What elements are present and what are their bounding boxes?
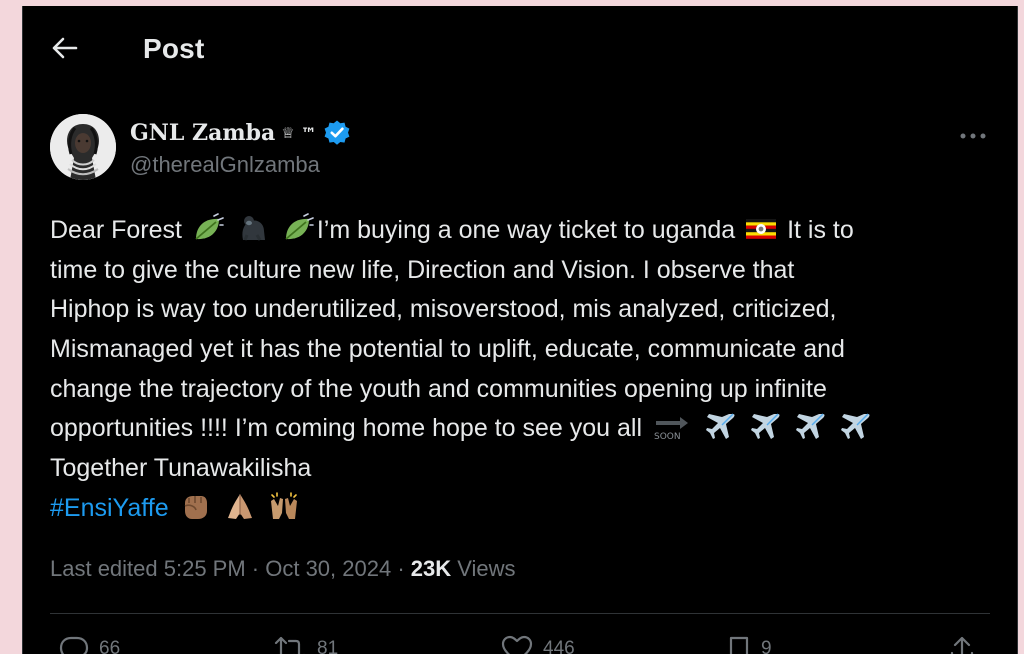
bookmark-button[interactable]: 9: [727, 632, 772, 654]
avatar-image: [50, 114, 116, 180]
author-block: GNL Zamba ♕ ™ @therealGnlzamba: [130, 118, 351, 178]
edited-timestamp[interactable]: Last edited 5:25 PM · Oct 30, 2024 ·: [50, 556, 411, 581]
crown-mark: ♕: [281, 124, 295, 142]
post-meta: Last edited 5:25 PM · Oct 30, 2024 · 23K…: [50, 556, 516, 582]
share-button[interactable]: [949, 632, 985, 654]
post-text: Dear Forest I’m buying a one way ticket …: [50, 211, 1000, 529]
verified-badge-icon[interactable]: [323, 119, 351, 147]
repost-button[interactable]: 81: [273, 632, 338, 654]
bookmark-icon: [729, 636, 749, 654]
post-line-1: Dear Forest I’m buying a one way ticket …: [50, 211, 1000, 251]
author-handle[interactable]: @therealGnlzamba: [130, 152, 351, 178]
arrow-left-icon: [52, 37, 78, 64]
views-count: 23K: [410, 556, 452, 581]
reply-button[interactable]: 66: [59, 632, 120, 654]
reply-count: 66: [99, 638, 121, 654]
author-name-row: GNL Zamba ♕ ™: [130, 118, 351, 148]
avatar[interactable]: [50, 114, 116, 180]
heart-icon: [501, 635, 533, 654]
more-options-button[interactable]: [955, 122, 991, 150]
app-frame: Post GNL Zamba ♕ ™ @therealGnlzamba Dear…: [0, 6, 1024, 654]
folded-hands-icon: [224, 491, 256, 521]
header: Post: [23, 6, 1017, 94]
author-name[interactable]: GNL Zamba: [130, 120, 275, 146]
airplane-icon: [705, 411, 737, 441]
raised-fist-icon: [179, 491, 211, 521]
post-text-segment: I’m buying a one way ticket to uganda: [316, 216, 736, 244]
repost-count: 81: [317, 638, 339, 654]
post-line-4: Mismanaged yet it has the potential to u…: [50, 335, 845, 364]
leaf-fluttering-icon: [282, 213, 314, 243]
bookmark-count: 9: [761, 638, 772, 654]
more-dots-icon: [960, 127, 986, 145]
page-title: Post: [143, 33, 205, 64]
post-line-3: Hiphop is way too underutilized, misover…: [50, 295, 837, 324]
uganda-flag-icon: [745, 213, 777, 243]
soon-label: SOON: [654, 432, 681, 441]
soon-arrow-icon: SOON: [652, 411, 692, 441]
post-panel: Post GNL Zamba ♕ ™ @therealGnlzamba Dear…: [22, 6, 1018, 654]
hashtag-link[interactable]: #EnsiYaffe: [50, 494, 169, 522]
views-label: Views: [451, 556, 516, 581]
raising-hands-icon: [268, 491, 300, 521]
post-line-2: time to give the culture new life, Direc…: [50, 255, 795, 284]
like-count: 446: [543, 638, 575, 654]
post-line-5: change the trajectory of the youth and c…: [50, 374, 827, 403]
gorilla-icon: [237, 213, 269, 243]
divider: [50, 613, 990, 614]
post-line-8: #EnsiYaffe: [50, 489, 1000, 529]
post-text-segment: opportunities !!!! I’m coming home hope …: [50, 414, 642, 443]
airplane-icon: [795, 411, 827, 441]
trademark-mark: ™: [300, 123, 317, 143]
post-line-7: Together Tunawakilisha: [50, 454, 312, 483]
like-button[interactable]: 446: [501, 632, 575, 654]
repost-icon: [274, 636, 305, 654]
post-text-segment: Dear Forest: [50, 216, 182, 244]
reply-icon: [59, 636, 89, 654]
leaf-fluttering-icon: [192, 213, 224, 243]
share-icon: [950, 636, 974, 654]
post-line-6: opportunities !!!! I’m coming home hope …: [50, 409, 1000, 449]
airplane-icon: [750, 411, 782, 441]
airplane-icon: [840, 411, 872, 441]
post-text-segment: It is to: [787, 216, 854, 244]
back-button[interactable]: [45, 30, 85, 70]
